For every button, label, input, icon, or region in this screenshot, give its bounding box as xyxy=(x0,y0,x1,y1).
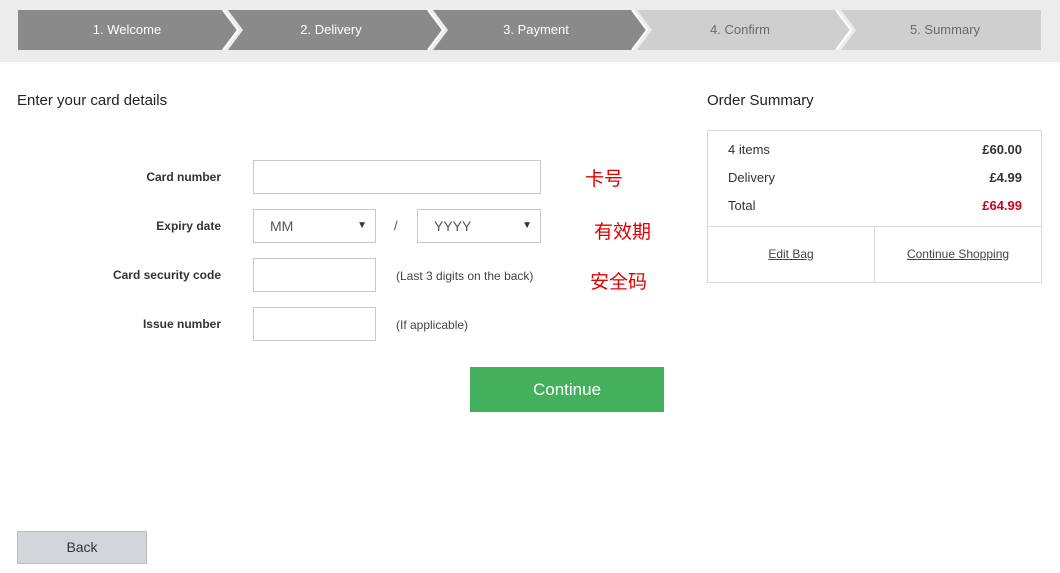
order-summary-title: Order Summary xyxy=(707,92,814,109)
issue-number-label: Issue number xyxy=(142,317,221,331)
checkout-steps: 1. Welcome 2. Delivery 3. Payment 4. Con… xyxy=(18,10,1041,50)
back-button[interactable]: Back xyxy=(17,531,147,564)
summary-items-label: 4 items xyxy=(728,142,770,157)
step-welcome[interactable]: 1. Welcome xyxy=(52,10,202,50)
summary-total-value: £64.99 xyxy=(982,198,1022,213)
edit-bag-link[interactable]: Edit Bag xyxy=(708,226,874,283)
summary-delivery-label: Delivery xyxy=(728,170,775,185)
security-code-hint: (Last 3 digits on the back) xyxy=(396,269,534,283)
expiry-separator: / xyxy=(394,218,398,233)
expiry-month-select[interactable]: MM ▼ xyxy=(253,209,376,243)
expiry-date-label: Expiry date xyxy=(156,219,221,233)
summary-total-label: Total xyxy=(728,198,756,213)
card-number-annotation: 卡号 xyxy=(585,169,624,190)
step-summary: 5. Summary xyxy=(909,22,981,37)
expiry-year-value: YYYY xyxy=(434,218,472,234)
continue-shopping-link[interactable]: Continue Shopping xyxy=(875,226,1041,283)
issue-number-input[interactable] xyxy=(253,307,376,341)
chevron-down-icon: ▼ xyxy=(357,220,367,231)
summary-row-delivery: Delivery £4.99 xyxy=(728,170,1022,185)
expiry-month-value: MM xyxy=(270,218,294,234)
chevron-down-icon: ▼ xyxy=(522,220,532,231)
checkout-progress-bar: 1. Welcome 2. Delivery 3. Payment 4. Con… xyxy=(0,0,1060,62)
summary-row-total: Total £64.99 xyxy=(728,198,1022,213)
card-number-input[interactable] xyxy=(253,160,541,194)
security-code-input[interactable] xyxy=(253,258,376,292)
step-confirm: 4. Confirm xyxy=(710,22,770,37)
summary-delivery-value: £4.99 xyxy=(989,170,1022,185)
issue-number-hint: (If applicable) xyxy=(396,318,469,332)
security-code-label: Card security code xyxy=(112,268,221,282)
expiry-year-select[interactable]: YYYY ▼ xyxy=(417,209,541,243)
card-details-title: Enter your card details xyxy=(17,92,168,109)
expiry-annotation: 有效期 xyxy=(594,222,652,243)
summary-row-items: 4 items £60.00 xyxy=(728,142,1022,157)
security-code-annotation: 安全码 xyxy=(590,272,648,293)
summary-items-value: £60.00 xyxy=(982,142,1022,157)
order-summary-panel: 4 items £60.00 Delivery £4.99 Total £64.… xyxy=(707,130,1042,283)
step-delivery[interactable]: 2. Delivery xyxy=(256,10,406,50)
card-number-label: Card number xyxy=(146,170,221,184)
step-payment: 3. Payment xyxy=(503,22,569,37)
continue-button[interactable]: Continue xyxy=(470,367,664,412)
